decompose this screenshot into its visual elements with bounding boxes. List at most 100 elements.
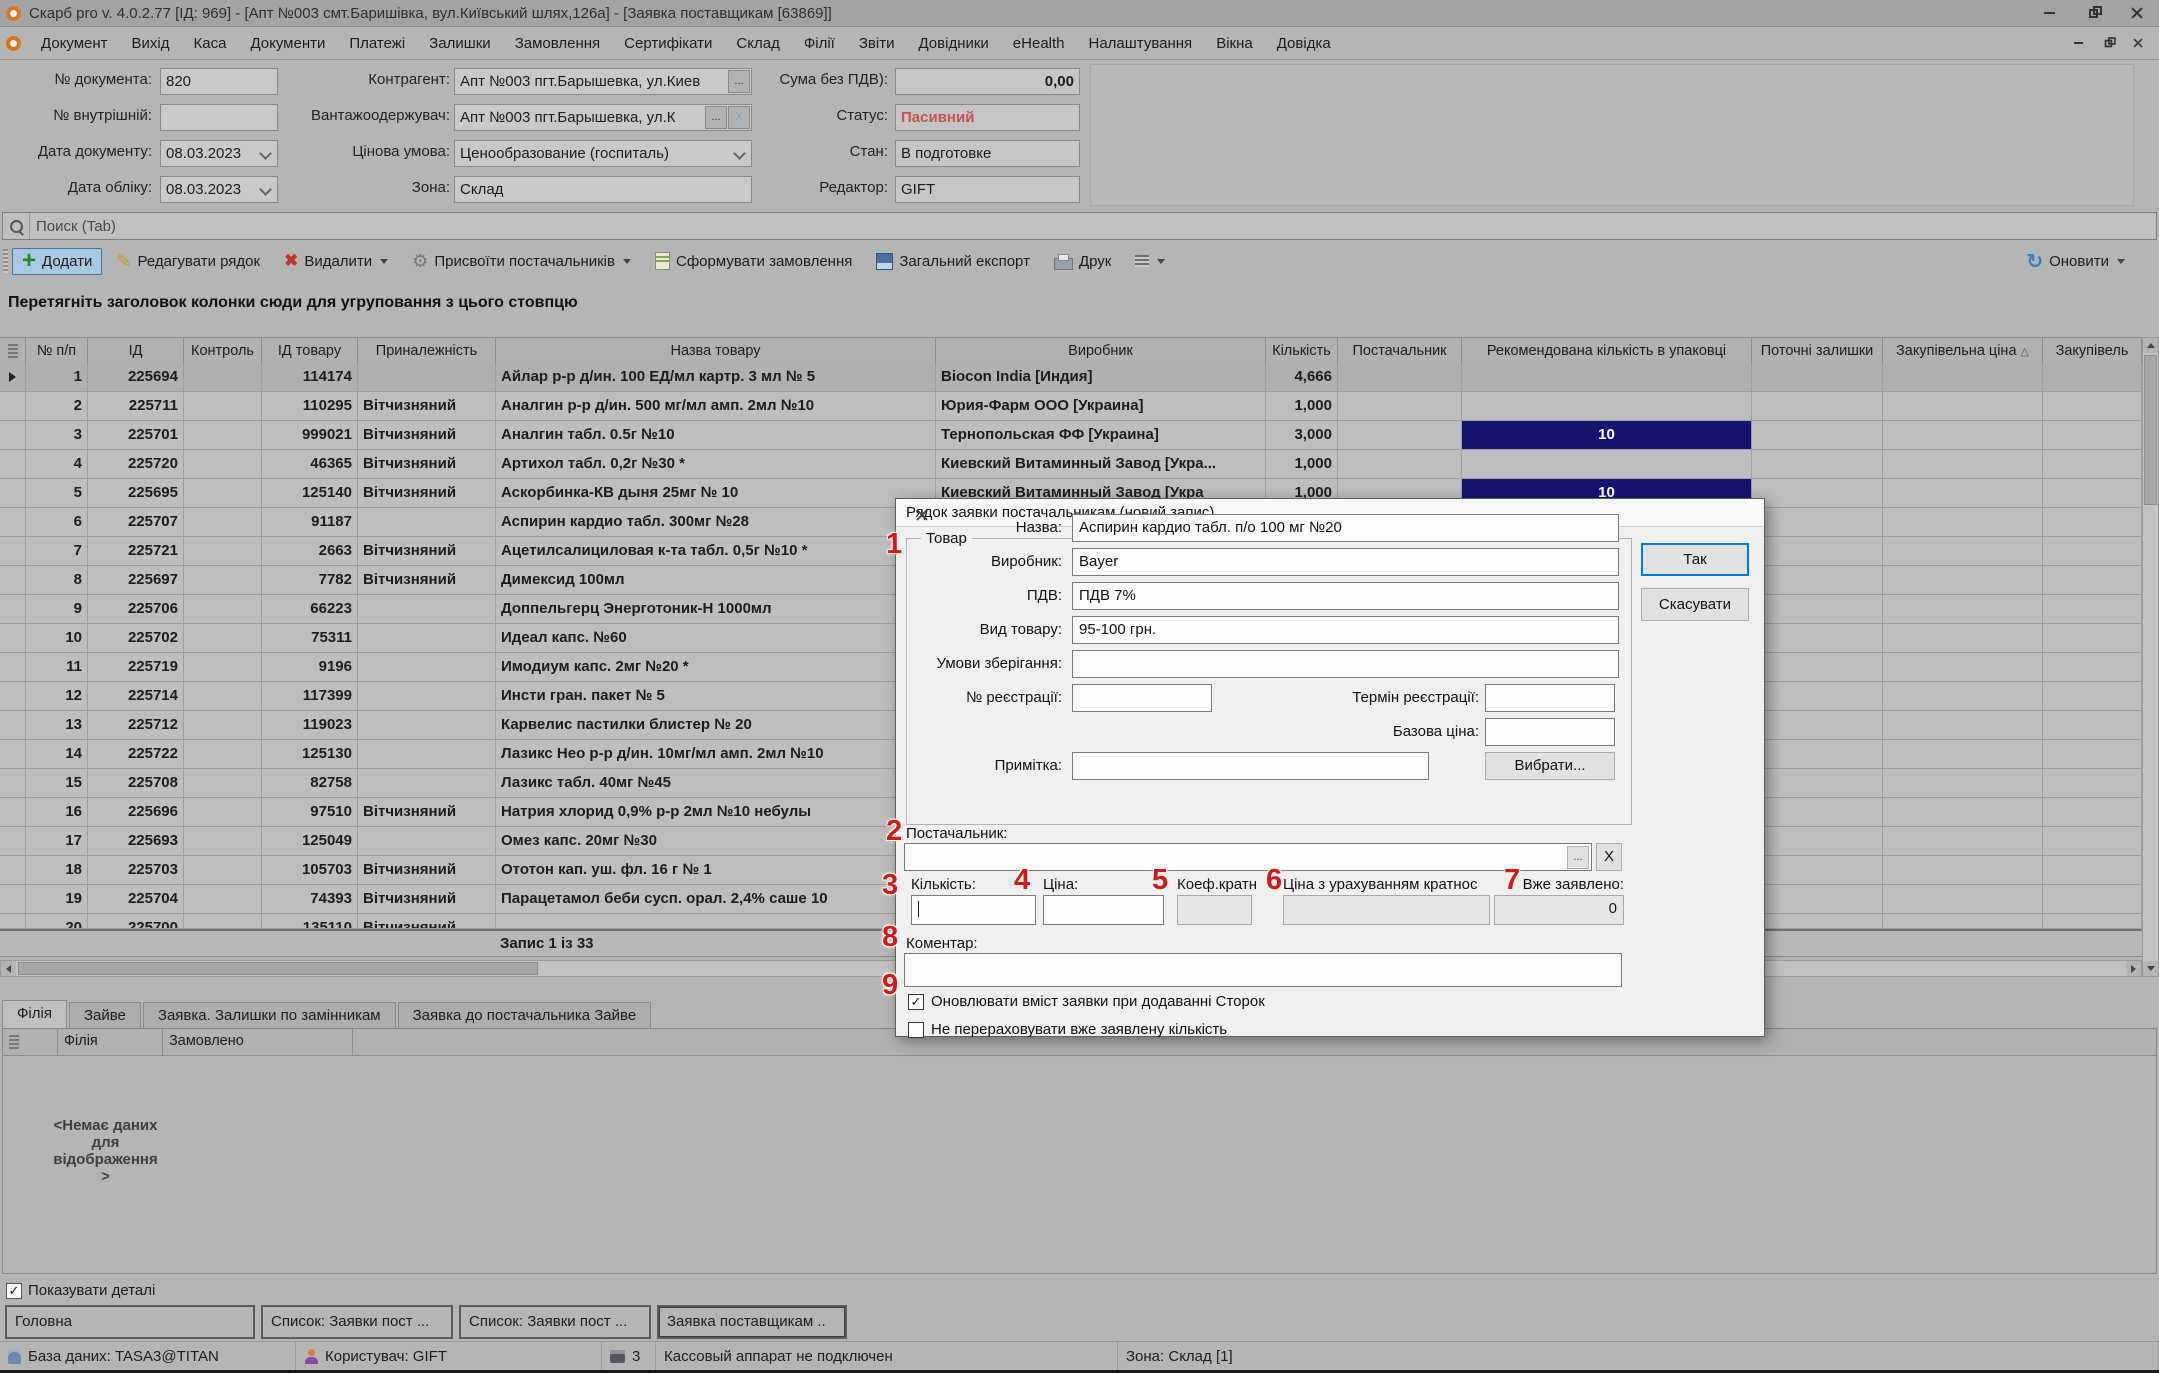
menu-item-4[interactable]: Платежі: [337, 30, 417, 57]
vertical-scroll-thumb[interactable]: [2144, 355, 2157, 505]
scroll-up-button[interactable]: [2143, 338, 2158, 353]
scroll-down-button[interactable]: [2143, 961, 2158, 976]
ok-button[interactable]: Так: [1641, 543, 1749, 576]
column-header-ind[interactable]: [0, 338, 26, 364]
restore-button[interactable]: [2071, 0, 2115, 26]
cell-price: [1883, 624, 2043, 652]
choose-button[interactable]: Вибрати...: [1485, 752, 1615, 780]
column-header-current[interactable]: Поточні залишки: [1752, 338, 1883, 364]
show-details-checkbox[interactable]: ✓ Показувати деталі: [6, 1282, 155, 1299]
column-header-control[interactable]: Контроль: [184, 338, 262, 364]
menu-item-13[interactable]: Налаштування: [1077, 30, 1205, 57]
registration-term-field[interactable]: [1485, 684, 1615, 712]
window-tab-2[interactable]: Список: Заявки пост ...: [459, 1305, 651, 1339]
note-field[interactable]: [1072, 752, 1429, 780]
cancel-button[interactable]: Скасувати: [1641, 588, 1749, 621]
dropdown-caret-icon[interactable]: [1157, 259, 1165, 264]
detail-tab-2[interactable]: Заявка. Залишки по замінникам: [143, 1002, 396, 1028]
supplier-field[interactable]: ...: [904, 843, 1592, 871]
table-row[interactable]: 2225711110295ВітчизнянийАналгин р-р д/ин…: [0, 392, 2142, 421]
vat-field[interactable]: ПДВ 7%: [1072, 582, 1619, 610]
column-header-rec[interactable]: Рекомендована кількість в упаковці: [1462, 338, 1752, 364]
registration-number-field[interactable]: [1072, 684, 1212, 712]
table-row[interactable]: 1225694114174Айлар р-р д/ин. 100 ЕД/мл к…: [0, 363, 2142, 392]
menu-item-9[interactable]: Філії: [792, 30, 847, 57]
column-header-num[interactable]: № п/п: [26, 338, 88, 364]
mdi-restore-button[interactable]: [2093, 31, 2123, 55]
detail-column-header-1[interactable]: Замовлено: [163, 1029, 353, 1055]
minimize-button[interactable]: [2027, 0, 2071, 26]
no-recalc-checkbox[interactable]: Не перераховувати вже заявлену кількість: [908, 1021, 1227, 1038]
column-header-qty[interactable]: Кількість: [1266, 338, 1338, 364]
menu-item-11[interactable]: Довідники: [906, 30, 1000, 57]
table-row[interactable]: 422572046365ВітчизнянийАртихол табл. 0,2…: [0, 450, 2142, 479]
detail-tab-1[interactable]: Зайве: [69, 1002, 141, 1028]
toolbar-button-6[interactable]: Друк: [1044, 248, 1121, 275]
checkbox-unchecked-icon[interactable]: [908, 1022, 924, 1038]
toolbar-button-4[interactable]: Сформувати замовлення: [645, 247, 862, 275]
column-header-belong[interactable]: Приналежність: [358, 338, 496, 364]
horizontal-scroll-thumb[interactable]: [18, 962, 538, 975]
menu-item-14[interactable]: Вікна: [1204, 30, 1265, 57]
detail-tab-0[interactable]: Філія: [2, 1000, 67, 1028]
supplier-lookup-button[interactable]: ...: [1567, 846, 1589, 869]
column-header-price[interactable]: Закупівельна ціна△: [1883, 338, 2043, 364]
window-tab-1[interactable]: Список: Заявки пост ...: [261, 1305, 453, 1339]
toolbar-button-0[interactable]: +Додати: [12, 248, 102, 275]
menu-item-7[interactable]: Сертифікати: [612, 30, 724, 57]
column-header-name[interactable]: Назва товару: [496, 338, 936, 364]
toolbar-button-refresh[interactable]: ↻Оновити: [2016, 244, 2135, 279]
column-header-producer[interactable]: Виробник: [936, 338, 1266, 364]
storage-conditions-field[interactable]: [1072, 650, 1619, 678]
menu-item-0[interactable]: Документ: [29, 30, 120, 57]
checkbox-checked-icon[interactable]: ✓: [908, 994, 924, 1010]
mdi-minimize-button[interactable]: [2063, 31, 2093, 55]
column-header-tovar[interactable]: ІД товару: [262, 338, 358, 364]
detail-tab-3[interactable]: Заявка до постачальника Зайве: [398, 1002, 652, 1028]
window-tab-3[interactable]: Заявка поставщикам ..: [657, 1305, 847, 1339]
quantity-input[interactable]: [911, 895, 1036, 925]
checkbox-icon[interactable]: ✓: [6, 1283, 22, 1299]
menu-item-8[interactable]: Склад: [724, 30, 791, 57]
column-header-supplier[interactable]: Постачальник: [1338, 338, 1462, 364]
toolbar-button-1[interactable]: ✎Редагувати рядок: [106, 246, 270, 277]
scroll-right-button[interactable]: [2126, 961, 2141, 976]
search-input[interactable]: [30, 218, 2156, 235]
toolbar-button-5[interactable]: Загальний експорт: [866, 248, 1040, 275]
close-button[interactable]: [2115, 0, 2159, 26]
toolbar-button-7[interactable]: [1125, 250, 1175, 272]
product-name-field[interactable]: Аспирин кардио табл. п/о 100 мг №20: [1072, 514, 1619, 542]
supplier-clear-button[interactable]: X: [1596, 843, 1622, 871]
update-content-checkbox[interactable]: ✓ Оновлювати вміст заявки при додаванні …: [908, 993, 1265, 1010]
menu-item-2[interactable]: Каса: [182, 30, 239, 57]
mdi-close-button[interactable]: [2123, 31, 2153, 55]
base-price-field[interactable]: [1485, 718, 1615, 746]
toolbar-button-2[interactable]: ✖Видалити: [274, 246, 398, 276]
cell-tovar: 125140: [262, 479, 358, 507]
table-row[interactable]: 3225701999021ВітчизнянийАналгин табл. 0.…: [0, 421, 2142, 450]
column-header-price2[interactable]: Закупівель: [2043, 338, 2142, 364]
menu-item-6[interactable]: Замовлення: [503, 30, 612, 57]
toolbar-button-3[interactable]: ⚙Присвоїти постачальників: [402, 246, 641, 277]
column-header-id[interactable]: ІД: [88, 338, 184, 364]
dropdown-caret-icon[interactable]: [2117, 259, 2125, 264]
menu-item-5[interactable]: Залишки: [417, 30, 503, 57]
menu-item-10[interactable]: Звіти: [847, 30, 907, 57]
menu-item-3[interactable]: Документи: [238, 30, 337, 57]
vertical-scrollbar[interactable]: [2142, 337, 2159, 977]
producer-field[interactable]: Bayer: [1072, 548, 1619, 576]
detail-column-header-0[interactable]: Філія: [58, 1029, 163, 1055]
comment-input[interactable]: [904, 953, 1622, 987]
menu-item-1[interactable]: Вихід: [120, 30, 182, 57]
toolbar-grip[interactable]: [3, 249, 8, 273]
menu-item-12[interactable]: eHealth: [1001, 30, 1077, 57]
price-input[interactable]: [1043, 895, 1164, 925]
dropdown-caret-icon[interactable]: [623, 259, 631, 264]
search-button[interactable]: [3, 213, 30, 239]
product-kind-field[interactable]: 95-100 грн.: [1072, 616, 1619, 644]
menu-item-15[interactable]: Довідка: [1265, 30, 1343, 57]
window-tab-0[interactable]: Головна: [5, 1305, 255, 1339]
scroll-left-button[interactable]: [1, 961, 16, 976]
app-menu-icon[interactable]: [6, 36, 21, 51]
dropdown-caret-icon[interactable]: [380, 259, 388, 264]
